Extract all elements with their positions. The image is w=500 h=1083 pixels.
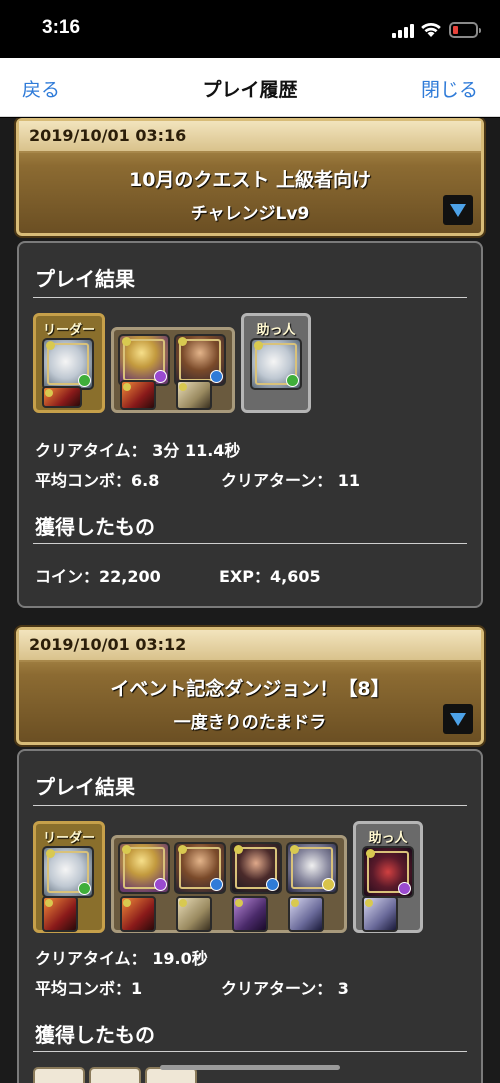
monster-icon[interactable]	[230, 842, 282, 894]
expand-arrow-icon[interactable]	[443, 195, 473, 225]
play-datetime: 2019/10/01 03:16	[19, 121, 481, 153]
attribute-orb-icon	[266, 878, 279, 891]
monster-icon[interactable]	[42, 338, 94, 390]
clear-turns: クリアターン： 3	[221, 979, 349, 998]
monster-icon[interactable]	[42, 846, 94, 898]
clear-time: クリアタイム： 3分 11.4秒	[35, 441, 241, 460]
wifi-icon	[421, 22, 441, 37]
attribute-orb-icon	[210, 370, 223, 383]
play-datetime: 2019/10/01 03:12	[19, 630, 481, 662]
helper-slot: 助っ人	[353, 821, 423, 933]
helper-label: 助っ人	[256, 323, 296, 338]
monster-icon[interactable]	[174, 842, 226, 894]
divider	[33, 543, 467, 544]
exp-obtained: EXP：4,605	[219, 567, 321, 586]
attribute-orb-icon	[78, 374, 91, 387]
leader-label: リーダー	[42, 323, 95, 338]
monster-icon[interactable]	[362, 846, 414, 898]
quest-header-card[interactable]: 2019/10/01 03:16 10月のクエスト 上級者向け チャレンジLv9	[16, 118, 484, 236]
battery-icon	[449, 22, 481, 38]
horizontal-scrollbar[interactable]	[160, 1065, 340, 1070]
assist-equip-icon[interactable]	[120, 896, 156, 932]
assist-equip-icon[interactable]	[42, 896, 78, 932]
result-section-title: プレイ結果	[35, 267, 135, 291]
status-time: 3:16	[42, 17, 81, 38]
assist-equip-icon[interactable]	[288, 896, 324, 932]
quest-subtitle: 一度きりのたまドラ	[173, 713, 327, 733]
play-history-list[interactable]: 2019/10/01 03:16 10月のクエスト 上級者向け チャレンジLv9…	[0, 118, 500, 1083]
monster-icon[interactable]	[286, 842, 338, 894]
attribute-orb-icon	[154, 878, 167, 891]
attribute-orb-icon	[78, 882, 91, 895]
assist-equip-icon[interactable]	[362, 896, 398, 932]
average-combo: 平均コンボ：6.8	[35, 471, 160, 490]
attribute-orb-icon	[398, 882, 411, 895]
close-button[interactable]: 閉じる	[421, 75, 478, 102]
monster-icon[interactable]	[250, 338, 302, 390]
obtained-section-title: 獲得したもの	[35, 1023, 155, 1047]
clear-turns: クリアターン： 11	[221, 471, 361, 490]
attribute-orb-icon	[210, 878, 223, 891]
clear-time: クリアタイム： 19.0秒	[35, 949, 208, 968]
leader-slot: リーダー	[33, 821, 105, 933]
reward-item-icon[interactable]	[89, 1067, 141, 1083]
play-result-card: プレイ結果 リーダー 助っ人 クリアタイム： 3分 11.4秒 平均コンボ：6.…	[17, 241, 483, 608]
assist-equip-icon[interactable]	[176, 380, 212, 410]
reward-item-icon[interactable]	[33, 1067, 85, 1083]
attribute-orb-icon	[322, 878, 335, 891]
assist-equip-icon[interactable]	[120, 380, 156, 410]
attribute-orb-icon	[286, 374, 299, 387]
sub-members	[111, 835, 347, 933]
leader-label: リーダー	[42, 831, 95, 846]
expand-arrow-icon[interactable]	[443, 704, 473, 734]
nav-bar: 戻る プレイ履歴 閉じる	[0, 58, 500, 117]
monster-icon[interactable]	[174, 334, 226, 386]
quest-name: 10月のクエスト 上級者向け	[128, 169, 372, 191]
coins-obtained: コイン：22,200	[35, 567, 161, 586]
play-result-card: プレイ結果 リーダー 助っ人 クリアタイム： 19.0秒 平均コンボ：1 クリア…	[17, 749, 483, 1083]
assist-equip-icon[interactable]	[42, 386, 82, 408]
quest-subtitle: チャレンジLv9	[190, 204, 310, 224]
average-combo: 平均コンボ：1	[35, 979, 143, 998]
status-bar: 3:16	[0, 0, 500, 58]
divider	[33, 1051, 467, 1052]
quest-name: イベント記念ダンジョン！【8】	[110, 678, 390, 700]
leader-slot: リーダー	[33, 313, 105, 413]
helper-label: 助っ人	[368, 831, 408, 846]
monster-icon[interactable]	[118, 842, 170, 894]
attribute-orb-icon	[154, 370, 167, 383]
signal-icon	[392, 24, 414, 38]
helper-slot: 助っ人	[241, 313, 311, 413]
obtained-section-title: 獲得したもの	[35, 515, 155, 539]
quest-header-card[interactable]: 2019/10/01 03:12 イベント記念ダンジョン！【8】 一度きりのたま…	[16, 627, 484, 745]
assist-equip-icon[interactable]	[232, 896, 268, 932]
monster-icon[interactable]	[118, 334, 170, 386]
assist-equip-icon[interactable]	[176, 896, 212, 932]
sub-members	[111, 327, 235, 413]
result-section-title: プレイ結果	[35, 775, 135, 799]
divider	[33, 805, 467, 806]
divider	[33, 297, 467, 298]
